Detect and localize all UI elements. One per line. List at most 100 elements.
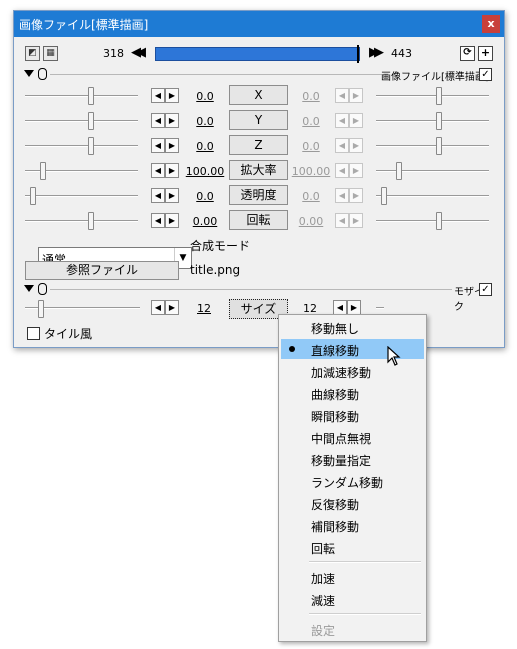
menu-item[interactable]: 加速 (281, 567, 424, 587)
param-2-left-thumb[interactable] (88, 137, 94, 155)
param-3-left-stepper[interactable]: ◀ ▶ (151, 163, 179, 178)
param-1-left-thumb[interactable] (88, 112, 94, 130)
param-0-left-stepper[interactable]: ◀ ▶ (151, 88, 179, 103)
param-5-left-stepper[interactable]: ◀ ▶ (151, 213, 179, 228)
object-properties-window: 画像ファイル[標準描画] x ◩ ▦ 318 ◀◀ ▶▶ 443 ⟳ + 画像フ… (13, 10, 505, 348)
section-divider (50, 289, 452, 290)
param-4-left-stepper[interactable]: ◀ ▶ (151, 188, 179, 203)
param-4-right-thumb[interactable] (381, 187, 387, 205)
param-4-button[interactable]: 透明度 (229, 185, 288, 205)
timeline-seekbar[interactable] (155, 45, 360, 63)
param-5-right-stepper[interactable]: ◀ ▶ (335, 213, 363, 228)
param-3-right-stepper[interactable]: ◀ ▶ (335, 163, 363, 178)
mouse-cursor-icon (387, 346, 401, 366)
param-1-right-thumb[interactable] (436, 112, 442, 130)
menu-item[interactable]: 移動量指定 (281, 449, 424, 469)
param-1-right-track[interactable] (376, 120, 489, 122)
param-1-left-value[interactable]: 0.0 (185, 115, 225, 128)
param-2-right-thumb[interactable] (436, 137, 442, 155)
param-4-right-stepper[interactable]: ◀ ▶ (335, 188, 363, 203)
param-1-right-stepper[interactable]: ◀ ▶ (335, 113, 363, 128)
param-2-left-track[interactable] (25, 145, 138, 147)
param-5-button[interactable]: 回転 (229, 210, 288, 230)
menu-item[interactable]: 反復移動 (281, 493, 424, 513)
param-5-left-thumb[interactable] (88, 212, 94, 230)
section-header-image-file[interactable]: 画像ファイル[標準描画] (24, 68, 490, 83)
refresh-icon[interactable]: ⟳ (460, 46, 475, 61)
param-2-left-value[interactable]: 0.0 (185, 140, 225, 153)
param-3-left-value[interactable]: 100.00 (185, 165, 225, 178)
param-5-left-value[interactable]: 0.00 (185, 215, 225, 228)
menu-item[interactable]: 加減速移動 (281, 361, 424, 381)
menu-item[interactable]: 回転 (281, 537, 424, 557)
param-1-left-stepper[interactable]: ◀ ▶ (151, 113, 179, 128)
param-0-button[interactable]: X (229, 85, 288, 105)
param-0-right-stepper[interactable]: ◀ ▶ (335, 88, 363, 103)
menu-item[interactable]: ランダム移動 (281, 471, 424, 491)
param-3-button[interactable]: 拡大率 (229, 160, 288, 180)
param-3-right-thumb[interactable] (396, 162, 402, 180)
tile-checkbox[interactable] (27, 327, 40, 340)
param-4-right-value[interactable]: 0.0 (291, 190, 331, 203)
menu-item[interactable]: 直線移動 (281, 339, 424, 359)
title-bar[interactable]: 画像ファイル[標準描画] x (14, 11, 504, 37)
param-5-right-value[interactable]: 0.00 (291, 215, 331, 228)
next-keyframe-button[interactable]: ▶▶ (369, 46, 384, 60)
mouse-icon (38, 68, 47, 80)
menu-item[interactable]: 減速 (281, 589, 424, 609)
param-0-left-value[interactable]: 0.0 (185, 90, 225, 103)
param-0-left-track[interactable] (25, 95, 138, 97)
param-4-left-value[interactable]: 0.0 (185, 190, 225, 203)
section-enable-checkbox[interactable]: ✓ (479, 68, 492, 81)
selected-bullet-icon (289, 346, 295, 352)
window-title: 画像ファイル[標準描画] (19, 18, 149, 32)
menu-item[interactable]: 補間移動 (281, 515, 424, 535)
prev-keyframe-button[interactable]: ◀◀ (131, 46, 146, 60)
menu-item[interactable]: 中間点無視 (281, 427, 424, 447)
collapse-triangle-icon[interactable] (24, 70, 34, 77)
layer-icon[interactable]: ▦ (43, 46, 58, 61)
param-5-right-thumb[interactable] (436, 212, 442, 230)
param-4-left-track[interactable] (25, 195, 138, 197)
param-3-right-value[interactable]: 100.00 (291, 165, 331, 178)
mosaic-enable-checkbox[interactable]: ✓ (479, 283, 492, 296)
param-5-right-track[interactable] (376, 220, 489, 222)
camera-icon[interactable]: ◩ (25, 46, 40, 61)
end-frame: 443 (391, 47, 412, 60)
size-right-stepper[interactable]: ◀ ▶ (333, 300, 361, 315)
file-name: title.png (190, 263, 241, 277)
param-1-left-track[interactable] (25, 120, 138, 122)
size-right-track[interactable] (376, 307, 384, 309)
param-4-left-thumb[interactable] (30, 187, 36, 205)
close-button[interactable]: x (482, 15, 500, 33)
param-0-left-thumb[interactable] (88, 87, 94, 105)
param-2-right-stepper[interactable]: ◀ ▶ (335, 138, 363, 153)
add-filter-button[interactable]: + (478, 46, 493, 61)
param-2-right-track[interactable] (376, 145, 489, 147)
param-2-button[interactable]: Z (229, 135, 288, 155)
menu-item[interactable]: 移動無し (281, 317, 424, 337)
movement-mode-menu: 移動無し 直線移動 加減速移動 曲線移動 瞬間移動 中間点無視 移動量指定 ランダム移動 反復移… (278, 314, 427, 642)
section-label: 画像ファイル[標準描画] (381, 72, 489, 83)
param-1-button[interactable]: Y (229, 110, 288, 130)
param-3-left-thumb[interactable] (40, 162, 46, 180)
size-left-thumb[interactable] (38, 300, 44, 318)
param-0-right-value[interactable]: 0.0 (291, 90, 331, 103)
browse-file-button[interactable]: 参照ファイル (25, 261, 179, 280)
param-2-right-value[interactable]: 0.0 (291, 140, 331, 153)
param-0-right-track[interactable] (376, 95, 489, 97)
param-5-left-track[interactable] (25, 220, 138, 222)
menu-item[interactable]: 瞬間移動 (281, 405, 424, 425)
size-left-stepper[interactable]: ◀ ▶ (151, 300, 179, 315)
section-divider (50, 74, 384, 75)
section-header-mosaic[interactable]: モザイク (24, 283, 490, 313)
size-left-value[interactable]: 12 (184, 302, 224, 315)
param-1-right-value[interactable]: 0.0 (291, 115, 331, 128)
param-3-right-track[interactable] (376, 170, 489, 172)
param-0-right-thumb[interactable] (436, 87, 442, 105)
collapse-triangle-icon[interactable] (24, 285, 34, 292)
param-4-right-track[interactable] (376, 195, 489, 197)
seekbar-end-handle[interactable] (357, 45, 359, 63)
menu-item[interactable]: 曲線移動 (281, 383, 424, 403)
param-2-left-stepper[interactable]: ◀ ▶ (151, 138, 179, 153)
